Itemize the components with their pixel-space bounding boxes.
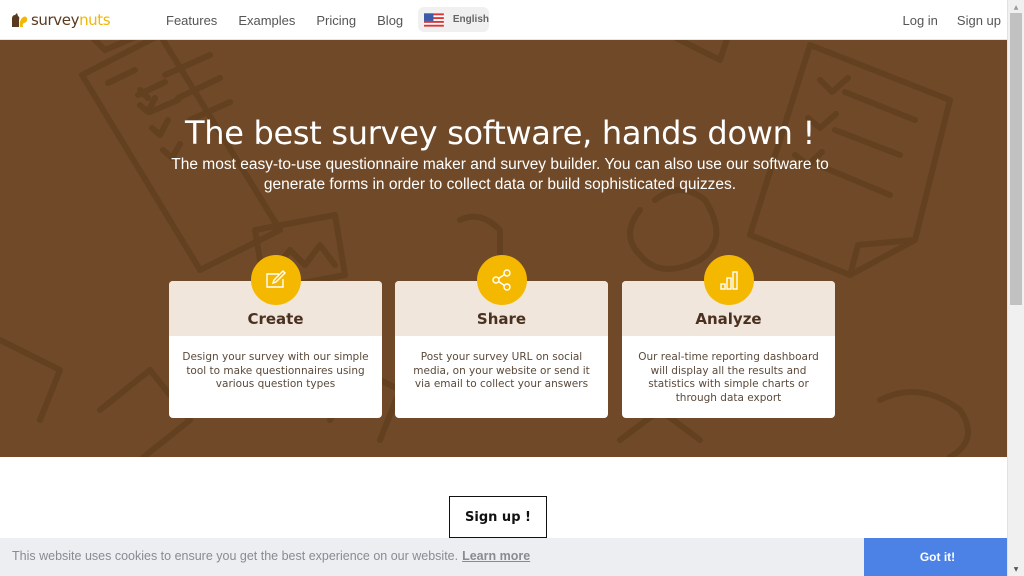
card-title: Share — [476, 310, 527, 328]
language-selector[interactable]: English — [418, 7, 489, 32]
signup-link[interactable]: Sign up — [957, 13, 1001, 28]
nav-examples[interactable]: Examples — [238, 13, 295, 28]
main-nav: Features Examples Pricing Blog — [166, 0, 424, 40]
nav-features[interactable]: Features — [166, 13, 217, 28]
card-title: Analyze — [695, 310, 762, 328]
hero-section: The best survey software, hands down ! T… — [0, 40, 1007, 457]
account-nav: Log in Sign up — [883, 0, 1001, 40]
card-icon-circle — [476, 255, 527, 305]
us-flag-icon — [424, 12, 444, 27]
nav-pricing[interactable]: Pricing — [316, 13, 356, 28]
feature-card-create: Create Design your survey with our simpl… — [169, 255, 382, 418]
card-icon-circle — [703, 255, 754, 305]
nav-blog[interactable]: Blog — [377, 13, 403, 28]
learn-more-link[interactable]: Learn more — [462, 549, 530, 563]
scroll-thumb[interactable] — [1010, 13, 1022, 305]
logo[interactable]: surveynuts — [10, 10, 111, 30]
site-header: surveynuts Features Examples Pricing Blo… — [0, 0, 1007, 40]
card-description: Design your survey with our simple tool … — [182, 351, 369, 390]
edit-icon — [265, 270, 286, 288]
logo-text-nuts: nuts — [79, 11, 111, 29]
card-header: Share — [395, 255, 608, 336]
scroll-up-arrow-icon[interactable]: ▲ — [1008, 0, 1024, 14]
scroll-down-arrow-icon[interactable]: ▼ — [1008, 562, 1024, 576]
login-link[interactable]: Log in — [902, 13, 937, 28]
hero-subtitle: The most easy-to-use questionnaire maker… — [171, 156, 829, 193]
card-header: Analyze — [622, 255, 835, 336]
page: surveynuts Features Examples Pricing Blo… — [0, 0, 1007, 576]
hero-title: The best survey software, hands down ! — [185, 114, 815, 152]
cookie-banner: This website uses cookies to ensure you … — [0, 538, 1007, 576]
feature-card-share: Share Post your survey URL on social med… — [395, 255, 608, 418]
card-description: Post your survey URL on social media, on… — [413, 351, 590, 390]
card-icon-circle — [250, 255, 301, 305]
signup-cta-button[interactable]: Sign up ! — [449, 496, 547, 538]
language-label: English — [452, 14, 489, 25]
bar-chart-icon — [719, 271, 738, 290]
logo-text-survey: survey — [31, 11, 80, 29]
share-icon — [491, 269, 511, 291]
feature-card-analyze: Analyze Our real-time reporting dashboar… — [622, 255, 835, 418]
card-description: Our real-time reporting dashboard will d… — [638, 351, 819, 404]
vertical-scrollbar[interactable]: ▲ ▼ — [1007, 0, 1024, 576]
got-it-button[interactable]: Got it! — [864, 538, 1007, 576]
card-title: Create — [247, 310, 304, 328]
card-header: Create — [169, 255, 382, 336]
cookie-message: This website uses cookies to ensure you … — [12, 549, 530, 563]
squirrel-logo-icon — [12, 13, 28, 27]
cookie-text: This website uses cookies to ensure you … — [12, 549, 459, 563]
